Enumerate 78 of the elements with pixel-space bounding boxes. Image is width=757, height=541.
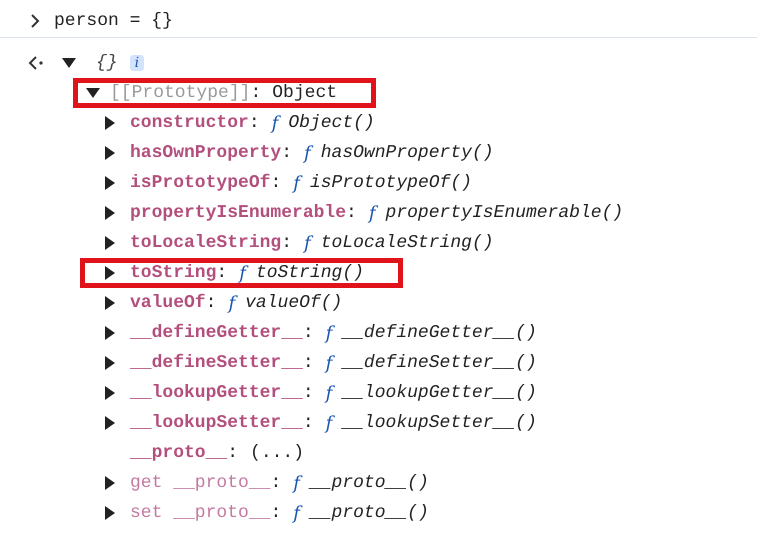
expand-arrow-icon[interactable] <box>104 176 116 190</box>
colon: : <box>206 293 216 313</box>
expand-arrow-icon[interactable] <box>104 356 116 370</box>
prototype-key[interactable]: [[Prototype]] <box>110 83 250 103</box>
prompt-chevron-icon <box>30 14 40 28</box>
expand-arrow-icon[interactable] <box>104 476 116 490</box>
property-key[interactable]: set __proto__ <box>130 503 270 523</box>
expand-arrow-icon[interactable] <box>104 506 116 520</box>
function-marker: f <box>326 322 332 344</box>
colon: : <box>281 143 292 163</box>
expand-arrow-icon[interactable] <box>104 266 116 280</box>
colon: : <box>270 173 282 193</box>
colon: : <box>270 503 282 523</box>
function-marker: f <box>326 352 332 374</box>
property-key[interactable]: toString <box>130 263 216 283</box>
colon: : <box>346 203 357 223</box>
collapse-arrow-icon[interactable] <box>86 87 100 99</box>
function-marker: f <box>293 502 300 524</box>
console-input[interactable]: person = {} <box>54 11 173 31</box>
property-key[interactable]: __defineSetter__ <box>130 353 303 373</box>
value-preview[interactable]: (...) <box>250 443 304 463</box>
function-name: toString() <box>256 263 364 283</box>
property-key[interactable]: constructor <box>130 113 249 133</box>
function-marker: f <box>293 172 300 194</box>
expand-arrow-icon[interactable] <box>104 386 116 400</box>
expand-arrow-icon[interactable] <box>104 146 116 160</box>
function-name: propertyIsEnumerable() <box>386 203 624 223</box>
function-marker: f <box>326 412 332 434</box>
function-marker: f <box>293 472 300 494</box>
function-marker: f <box>228 292 236 314</box>
expand-arrow-icon[interactable] <box>104 326 116 340</box>
colon: : <box>250 83 262 103</box>
colon: : <box>302 353 314 373</box>
function-name: __lookupSetter__() <box>342 413 537 433</box>
function-marker: f <box>239 262 246 284</box>
function-name: valueOf() <box>245 293 342 313</box>
function-name: isPrototypeOf() <box>310 173 472 193</box>
collapse-arrow-icon[interactable] <box>62 57 76 69</box>
function-name: __lookupGetter__() <box>342 383 537 403</box>
expand-arrow-icon[interactable] <box>104 296 116 310</box>
function-name: __proto__() <box>310 503 429 523</box>
property-key[interactable]: get __proto__ <box>130 473 270 493</box>
property-key[interactable]: __lookupSetter__ <box>130 413 303 433</box>
expand-arrow-icon[interactable] <box>104 116 116 130</box>
colon: : <box>270 473 282 493</box>
function-name: toLocaleString() <box>320 233 494 253</box>
colon: : <box>227 443 238 463</box>
result-arrow-icon <box>28 56 44 70</box>
property-key[interactable]: toLocaleString <box>130 233 282 253</box>
property-key[interactable]: __proto__ <box>130 443 228 463</box>
property-key[interactable]: __lookupGetter__ <box>130 383 303 403</box>
property-key[interactable]: propertyIsEnumerable <box>130 203 346 223</box>
property-key[interactable]: hasOwnProperty <box>130 143 282 163</box>
info-badge[interactable]: i <box>130 55 144 71</box>
function-name: __proto__() <box>310 473 429 493</box>
colon: : <box>302 323 314 343</box>
function-marker: f <box>272 112 278 134</box>
property-key[interactable]: isPrototypeOf <box>130 173 270 193</box>
colon: : <box>281 233 292 253</box>
function-marker: f <box>368 202 376 224</box>
colon: : <box>302 383 314 403</box>
colon: : <box>302 413 314 433</box>
expand-arrow-icon[interactable] <box>104 236 116 250</box>
function-marker: f <box>304 142 311 164</box>
function-name: Object() <box>288 113 375 133</box>
function-name: __defineSetter__() <box>342 353 537 373</box>
property-key[interactable]: valueOf <box>130 293 206 313</box>
expand-arrow-icon[interactable] <box>104 416 116 430</box>
colon: : <box>248 113 260 133</box>
prototype-value: Object <box>272 83 338 103</box>
function-name: __defineGetter__() <box>342 323 537 343</box>
function-name: hasOwnProperty() <box>320 143 494 163</box>
colon: : <box>216 263 228 283</box>
function-marker: f <box>326 382 332 404</box>
function-marker: f <box>304 232 311 254</box>
object-preview[interactable]: {} <box>96 53 118 73</box>
expand-arrow-icon[interactable] <box>104 206 116 220</box>
property-key[interactable]: __defineGetter__ <box>130 323 303 343</box>
